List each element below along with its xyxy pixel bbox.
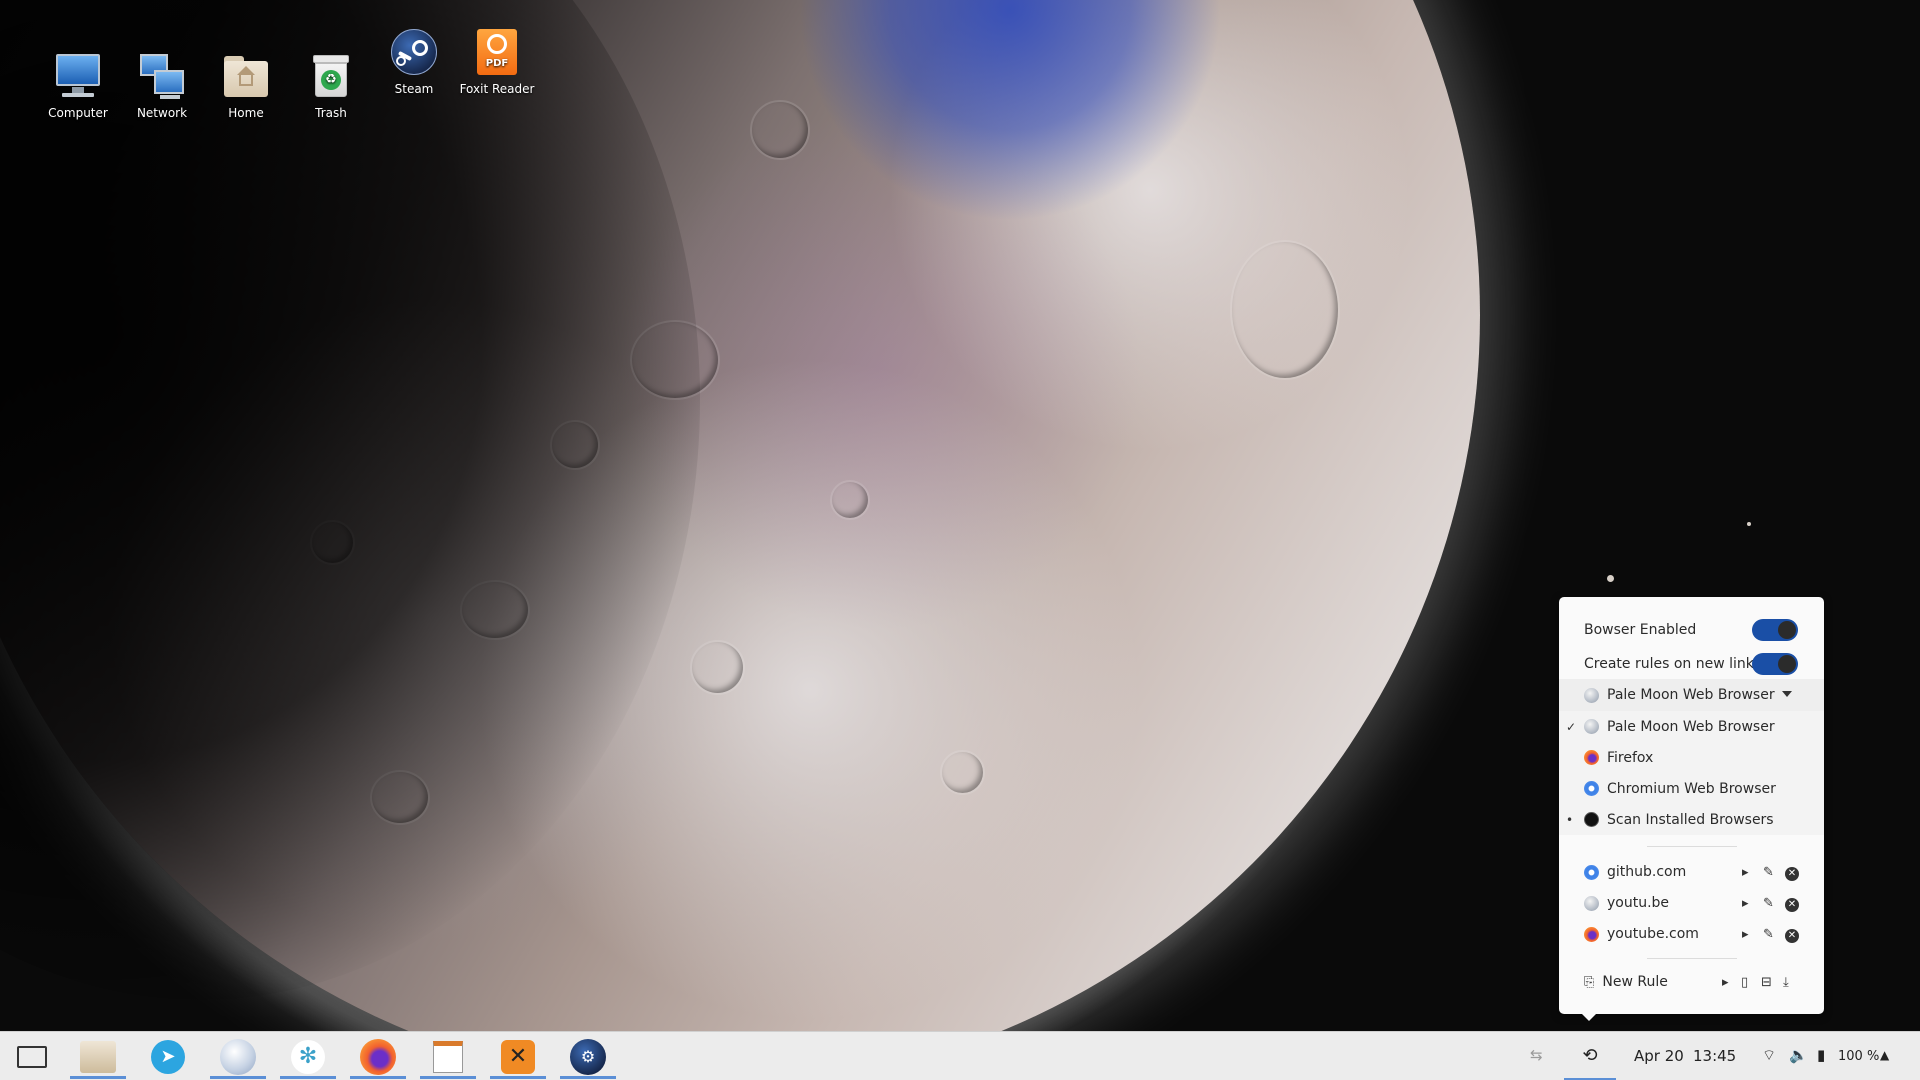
check-icon: ✓ [1566, 719, 1577, 734]
expand-arrow-icon[interactable]: ▸ [1742, 927, 1749, 942]
bowser-popup: Bowser Enabled Create rules on new links… [1559, 597, 1824, 1014]
expand-arrow-icon[interactable]: ▸ [1722, 975, 1729, 990]
firefox-icon [1584, 926, 1599, 942]
scan-icon [1584, 812, 1599, 827]
show-desktop-icon [17, 1046, 47, 1068]
telegram-icon: ➤ [151, 1040, 185, 1074]
desktop-icon-steam[interactable]: Steam [374, 28, 454, 96]
rule-row: youtube.com ▸ ✎ ✕ [1559, 919, 1824, 949]
desktop-icon-computer[interactable]: Computer [38, 52, 118, 120]
bowser-enabled-row: Bowser Enabled [1559, 615, 1824, 645]
delete-rule-button[interactable]: ✕ [1785, 927, 1799, 943]
new-document-icon[interactable]: ▯ [1741, 975, 1748, 990]
create-rules-toggle[interactable] [1752, 653, 1798, 675]
popup-arrow [1580, 1012, 1598, 1021]
divider [1647, 958, 1737, 959]
taskbar: ➤ ✻ ✕ ⚙ ⇆ ⟲ Apr 20 13:45 ⌔ 🔈 ▮ 100 % ▲ [0, 1031, 1920, 1080]
bowser-enabled-label: Bowser Enabled [1584, 622, 1697, 638]
taskbar-steam[interactable]: ⚙ [560, 1035, 616, 1079]
chevron-down-icon [1782, 691, 1792, 697]
battery-percent[interactable]: 100 % [1838, 1032, 1879, 1080]
new-rule-label: New Rule [1602, 974, 1668, 990]
star [1607, 575, 1614, 582]
download-icon[interactable]: ⤓ [1783, 975, 1789, 990]
desktop-icon-home[interactable]: Home [206, 52, 286, 120]
taskbar-pale-moon[interactable] [210, 1035, 266, 1079]
chevron-up-icon[interactable]: ▲ [1880, 1048, 1889, 1062]
star [1747, 522, 1751, 526]
home-folder-icon [222, 52, 270, 100]
new-rule-row[interactable]: ⎘ New Rule ▸ ▯ ⊟ ⤓ [1559, 967, 1824, 997]
open-folder-icon[interactable]: ⊟ [1761, 975, 1772, 990]
clock-time[interactable]: 13:45 [1693, 1032, 1736, 1080]
divider [1647, 846, 1737, 847]
taskbar-codium[interactable]: ✻ [280, 1035, 336, 1079]
show-desktop-button[interactable] [4, 1035, 60, 1079]
bowser-icon: ⟲ [1582, 1044, 1598, 1066]
game-launcher-icon: ✕ [501, 1040, 535, 1074]
rule-domain: github.com [1607, 864, 1687, 880]
trash-icon: ♻ [307, 52, 355, 100]
firefox-icon [1584, 750, 1599, 765]
rule-domain: youtube.com [1607, 926, 1699, 942]
taskbar-telegram[interactable]: ➤ [140, 1035, 196, 1079]
close-icon: ✕ [1785, 867, 1799, 881]
wifi-icon[interactable]: ⌔ [1762, 1046, 1776, 1065]
delete-rule-button[interactable]: ✕ [1785, 865, 1799, 881]
computer-icon [54, 52, 102, 100]
new-rule-icon: ⎘ [1584, 974, 1595, 990]
bullet-icon: • [1566, 812, 1574, 827]
browser-option-chromium[interactable]: Chromium Web Browser [1559, 773, 1824, 804]
rule-row: youtu.be ▸ ✎ ✕ [1559, 888, 1824, 918]
desktop-icon-trash[interactable]: ♻ Trash [291, 52, 371, 120]
battery-icon[interactable]: ▮ [1817, 1046, 1825, 1064]
codium-icon: ✻ [291, 1040, 325, 1074]
create-rules-row: Create rules on new links [1559, 649, 1824, 679]
folder-icon [80, 1041, 116, 1073]
edit-pencil-icon[interactable]: ✎ [1763, 927, 1774, 942]
edit-pencil-icon[interactable]: ✎ [1763, 865, 1774, 880]
network-icon [138, 52, 186, 100]
firefox-icon [360, 1039, 396, 1075]
text-editor-icon [433, 1041, 463, 1073]
default-browser-dropdown[interactable]: Pale Moon Web Browser [1559, 679, 1824, 711]
taskbar-text-editor[interactable] [420, 1035, 476, 1079]
close-icon: ✕ [1785, 898, 1799, 912]
volume-icon[interactable]: 🔈 [1789, 1046, 1808, 1064]
default-browser-value: Pale Moon Web Browser [1607, 687, 1775, 703]
chromium-icon [1584, 781, 1599, 796]
browser-option-firefox[interactable]: Firefox [1559, 742, 1824, 773]
create-rules-label: Create rules on new links [1584, 656, 1762, 672]
delete-rule-button[interactable]: ✕ [1785, 896, 1799, 912]
taskbar-file-manager[interactable] [70, 1035, 126, 1079]
pale-moon-icon [1584, 719, 1599, 734]
desktop-icon-network[interactable]: Network [122, 52, 202, 120]
close-icon: ✕ [1785, 929, 1799, 943]
taskbar-game-launcher[interactable]: ✕ [490, 1035, 546, 1079]
desktop-icon-foxit-reader[interactable]: PDF Foxit Reader [457, 28, 537, 96]
rule-row: github.com ▸ ✎ ✕ [1559, 857, 1824, 887]
scan-installed-browsers[interactable]: • Scan Installed Browsers [1559, 804, 1824, 835]
rule-domain: youtu.be [1607, 895, 1670, 911]
expand-arrow-icon[interactable]: ▸ [1742, 896, 1749, 911]
bowser-tray-button[interactable]: ⟲ [1564, 1032, 1616, 1080]
pale-moon-icon [1584, 687, 1599, 703]
chromium-icon [1584, 864, 1599, 880]
taskbar-firefox[interactable] [350, 1035, 406, 1079]
pager-icon[interactable]: ⇆ [1530, 1046, 1543, 1064]
edit-pencil-icon[interactable]: ✎ [1763, 896, 1774, 911]
browser-option-pale-moon[interactable]: ✓ Pale Moon Web Browser [1559, 711, 1824, 742]
steam-icon [390, 28, 438, 76]
foxit-reader-icon: PDF [473, 28, 521, 76]
expand-arrow-icon[interactable]: ▸ [1742, 865, 1749, 880]
bowser-enabled-toggle[interactable] [1752, 619, 1798, 641]
clock-date[interactable]: Apr 20 [1634, 1032, 1684, 1080]
pale-moon-icon [1584, 895, 1599, 911]
pale-moon-icon [220, 1039, 256, 1075]
steam-icon: ⚙ [570, 1039, 606, 1075]
